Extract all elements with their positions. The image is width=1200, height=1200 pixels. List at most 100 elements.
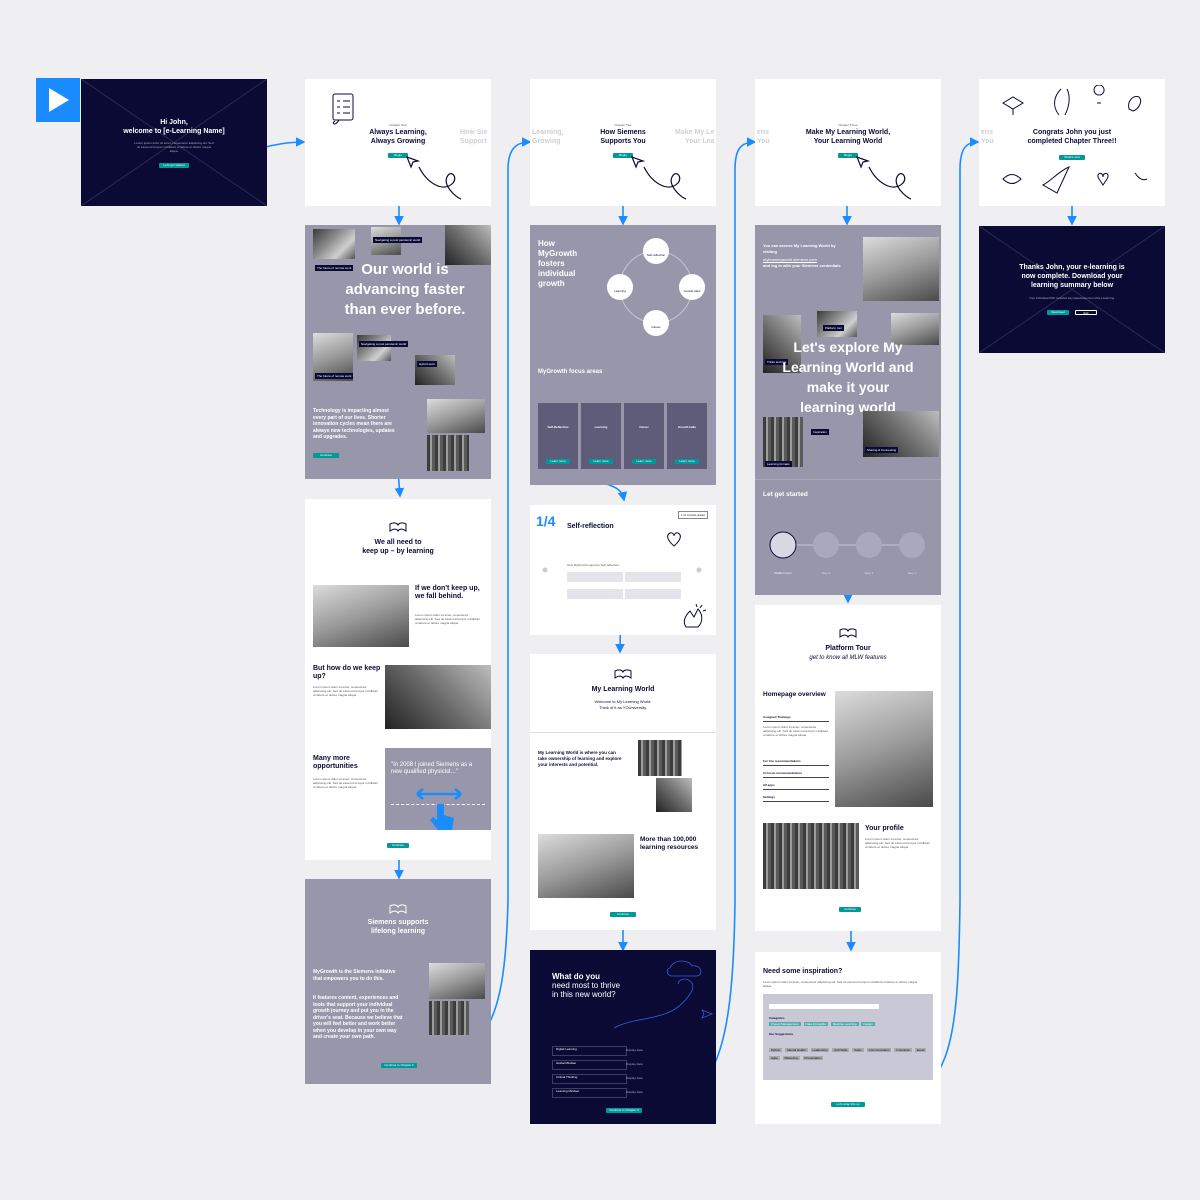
tag[interactable]: Presentation [802, 1056, 824, 1060]
access-text: You can access My Learning World by visi… [763, 243, 836, 254]
focus-card[interactable]: Self-Reflection Learn more [538, 403, 578, 469]
menu-row[interactable]: In Focus recommendations [763, 771, 829, 778]
tag[interactable]: Mental Health [785, 1048, 808, 1052]
step-label[interactable]: Step 3 [851, 571, 887, 575]
tag[interactable]: Soft Skills [832, 1048, 850, 1052]
mlw-continue-button[interactable]: Continue [610, 912, 636, 917]
testimonial-slider[interactable]: "In 2008 I joined Siemens as a new quali… [385, 748, 491, 830]
display-data: Display data [626, 1048, 643, 1052]
learn-more-button[interactable]: Learn more [632, 459, 656, 464]
ch3-ghost-1: Make My Le [675, 129, 715, 136]
supports-title-1: Siemens supports [367, 919, 429, 926]
support-item[interactable] [567, 589, 623, 599]
step-title: Self-reflection [567, 523, 614, 530]
keepup-continue-button[interactable]: Continue [387, 843, 409, 848]
tag[interactable]: Innovation [894, 1048, 913, 1052]
ch1-title-2: Always Growing [370, 138, 426, 145]
lorem-text: Lorem ipsum dolor sit amet, consectetur … [763, 725, 829, 737]
access-text-2: and log in with your Siemens credentials [763, 263, 841, 268]
step-label[interactable]: Step 4 [894, 571, 930, 575]
support-item[interactable] [625, 589, 681, 599]
intro-start-button[interactable]: Let's get started [159, 163, 189, 168]
menu-row[interactable]: For You recommendations [763, 759, 829, 766]
inspiration-title: Need some inspiration? [763, 968, 843, 975]
menu-row[interactable]: Assigned Trainings [763, 715, 829, 722]
step-label[interactable]: Platform tour [765, 571, 801, 575]
ch2-ghost-1: How Sie [460, 129, 488, 136]
intro-body: Lorem ipsum dolor sit amet, consectetur … [134, 141, 214, 153]
apple-books-photo [538, 834, 634, 898]
learn-more-button[interactable]: Learn more [546, 459, 570, 464]
focus-card[interactable]: Learning Learn more [581, 403, 621, 469]
tag[interactable]: Machine Learning [830, 1022, 859, 1026]
step-label[interactable]: Step 2 [808, 571, 844, 575]
label-tag: Learning formats [765, 461, 792, 467]
ch2-next-chapter-button[interactable]: Continue to Chapter 3 [606, 1108, 642, 1113]
support-item[interactable] [567, 572, 623, 582]
ch2-ghost-2: Support [460, 138, 487, 145]
label-tag: The future of remote work [315, 373, 354, 379]
tag[interactable]: Agile [769, 1056, 780, 1060]
learn-more-button[interactable]: Learn more [589, 459, 613, 464]
focus-card-title: Self-Reflection [547, 425, 569, 429]
ch3-tour-frame: Platform Tour get to know all MLW featur… [755, 605, 941, 931]
ch3-ghost-2: Your Lea [685, 138, 715, 145]
many-opportunities-heading: Many more opportunities [313, 755, 358, 770]
homepage-heading: Homepage overview [763, 691, 826, 698]
open-book-icon [389, 904, 407, 915]
tag[interactable]: Design [861, 1022, 875, 1026]
play-icon [49, 88, 69, 112]
label-tag: Navigating a post pandemic world [359, 341, 409, 347]
lorem-text: Lorem ipsum dolor sit amet, consectetur … [415, 613, 481, 625]
thrive-3: in this new world? [552, 990, 616, 999]
skill-row[interactable]: Critical Thinking [552, 1074, 627, 1084]
ch2-title-1: How Siemens [600, 129, 646, 136]
celebration-doodles [1002, 166, 1148, 194]
fosters-4: individual [538, 269, 576, 278]
tag[interactable]: Excel [915, 1048, 927, 1052]
tag[interactable]: Project Management [769, 1022, 801, 1026]
next-arrow-icon[interactable] [696, 567, 702, 573]
photo [357, 335, 391, 361]
access-link[interactable]: mylearningworld.siemens.com [763, 257, 817, 262]
play-button[interactable] [36, 78, 80, 122]
skill-row[interactable]: Global Mindset [552, 1060, 627, 1070]
thrive-1: What do you [552, 972, 600, 981]
checklist-icon [332, 93, 354, 125]
tag[interactable]: Communication [866, 1048, 892, 1052]
suggestions-label: Our Suggestions [769, 1032, 794, 1036]
mlw-sub-2: Think of it as YOUniversity. [599, 705, 647, 710]
ch1-next-chapter-button[interactable]: Continue to Chapter 2 [381, 1063, 417, 1068]
ch3-inspiration-frame: Need some inspiration? Lorem ipsum dolor… [755, 952, 941, 1124]
support-item[interactable] [625, 572, 681, 582]
skill-row[interactable]: Learning Mindset [552, 1088, 627, 1098]
tag[interactable]: Data & Insights [803, 1022, 828, 1026]
cycle-label-self-reflection: Self-reflection [646, 253, 666, 257]
focus-card[interactable]: Growth talks Learn more [667, 403, 707, 469]
wrap-up-button[interactable]: Let's wrap this up [831, 1102, 865, 1107]
tour-continue-button[interactable]: Continue [839, 907, 861, 912]
end-frame: Thanks John, your e-learning is now comp… [979, 226, 1165, 353]
skill-row[interactable]: Digital Learning [552, 1046, 627, 1056]
whats-next-button[interactable]: What's next [1059, 155, 1085, 160]
prev-arrow-icon[interactable] [542, 567, 548, 573]
cycle-label-career: Career [651, 325, 661, 329]
learn-more-button[interactable]: Learn more [675, 459, 699, 464]
tag[interactable]: Leadership [810, 1048, 830, 1052]
ch2-ghost-1: ens [757, 129, 770, 136]
tag[interactable]: Sales [852, 1048, 864, 1052]
tag[interactable]: Python [769, 1048, 783, 1052]
display-data: Display data [626, 1076, 643, 1080]
books-photo [763, 823, 859, 889]
focus-card[interactable]: Career Learn more [624, 403, 664, 469]
ch1-overline: Chapter One [389, 123, 407, 127]
ch1-continue-button[interactable]: Continue [313, 453, 339, 458]
menu-row[interactable]: All apps [763, 783, 829, 790]
tag[interactable]: Marketing [782, 1056, 800, 1060]
menu-row[interactable]: Settings [763, 795, 829, 802]
fosters-2: MyGrowth [538, 249, 578, 258]
download-button[interactable]: Download [1047, 310, 1069, 315]
open-book-icon [839, 628, 857, 639]
search-input[interactable] [769, 1004, 879, 1009]
exit-button[interactable]: Exit [1075, 310, 1097, 315]
